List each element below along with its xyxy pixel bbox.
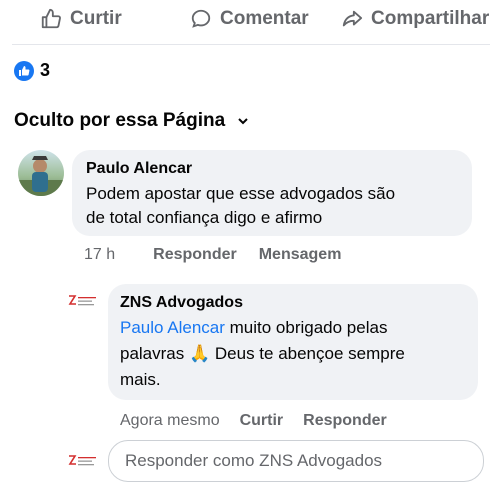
comment-action-button[interactable]: Comentar	[190, 8, 309, 30]
reply-composer[interactable]	[108, 440, 484, 482]
reaction-count: 3	[40, 60, 51, 80]
reply-text-part3: Deus te abençoe sempre	[210, 344, 405, 363]
reply-author-name[interactable]: ZNS Advogados	[120, 294, 243, 312]
reply-mention-link[interactable]: Paulo Alencar	[120, 318, 225, 337]
commenter-avatar[interactable]	[18, 150, 64, 196]
comment-filter-label: Oculto por essa Página	[14, 110, 226, 131]
comment-action-label: Comentar	[220, 8, 309, 29]
zns-logo-icon[interactable]	[68, 290, 98, 312]
action-bar-divider	[12, 44, 490, 45]
reply-text-line3: mais.	[120, 370, 161, 389]
share-action-button[interactable]: Compartilhar	[341, 8, 489, 30]
comment-text-line2: de total confiança digo e afirmo	[86, 208, 323, 227]
comment-reply-button[interactable]: Responder	[153, 246, 237, 264]
reply-meta: Agora mesmo Curtir Responder	[120, 412, 409, 430]
chevron-down-icon	[238, 118, 248, 125]
reply-input[interactable]	[123, 441, 467, 481]
thumbs-up-icon	[41, 8, 61, 29]
share-action-label: Compartilhar	[371, 8, 490, 29]
composer-zns-logo-icon	[68, 450, 98, 472]
comment-message-button[interactable]: Mensagem	[259, 246, 342, 264]
post-action-bar: Curtir Comentar Compartilhar	[0, 0, 500, 44]
praying-hands-emoji: 🙏	[188, 344, 211, 363]
reply-like-button[interactable]: Curtir	[240, 412, 284, 430]
comment-text-line1: Podem apostar que esse advogados são	[86, 184, 396, 203]
reaction-summary[interactable]: 3	[14, 60, 50, 81]
reply-timestamp[interactable]: Agora mesmo	[120, 412, 220, 430]
reply-bubble: ZNS Advogados Paulo Alencar muito obriga…	[108, 284, 478, 400]
like-action-label: Curtir	[70, 8, 122, 29]
reply-text-part2: palavras	[120, 344, 189, 363]
share-icon	[342, 10, 363, 27]
comment-filter-dropdown[interactable]: Oculto por essa Página	[14, 110, 249, 132]
like-action-button[interactable]: Curtir	[40, 8, 122, 30]
reply-text-line1: Paulo Alencar muito obrigado pelas	[120, 316, 387, 340]
reply-reply-button[interactable]: Responder	[303, 412, 387, 430]
comment-timestamp[interactable]: 17 h	[84, 246, 115, 264]
comment-author-name[interactable]: Paulo Alencar	[86, 160, 192, 178]
like-badge-icon	[14, 60, 34, 81]
comment-bubble: Paulo Alencar Podem apostar que esse adv…	[72, 150, 472, 236]
comment-meta: 17 h Responder Mensagem	[84, 246, 363, 264]
reply-text-line2: palavras 🙏 Deus te abençoe sempre	[120, 342, 405, 366]
comment-icon	[191, 9, 211, 28]
reply-text-part1: muito obrigado pelas	[224, 318, 388, 337]
